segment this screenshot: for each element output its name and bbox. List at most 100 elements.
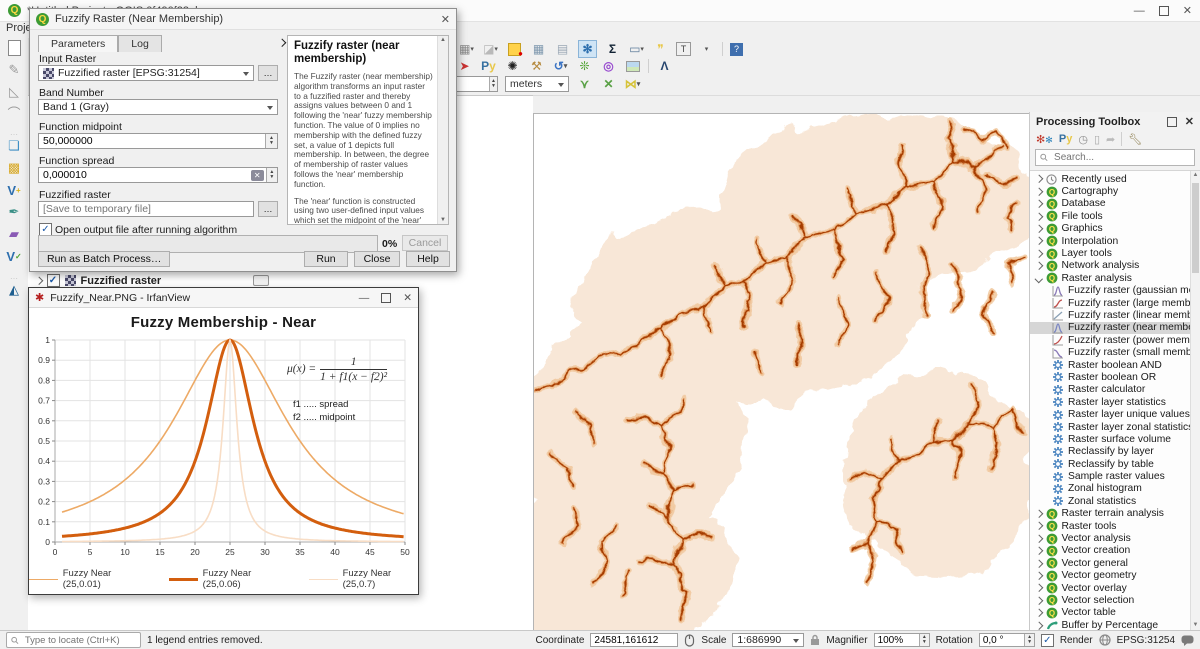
toolbox-item-layer-tools[interactable]: QLayer tools	[1030, 247, 1200, 259]
new-spatialite-layer-icon[interactable]: ✒	[3, 202, 25, 222]
expand-icon[interactable]	[1035, 225, 1043, 233]
toolbox-item-recently-used[interactable]: Recently used	[1030, 173, 1200, 185]
scale-combo[interactable]: 1:686990	[732, 633, 804, 647]
help-button[interactable]: Help	[406, 251, 450, 267]
maximize-button[interactable]	[381, 293, 391, 303]
toolbox-item-raster-calculator[interactable]: Raster calculator	[1030, 384, 1200, 396]
toolbox-item-database[interactable]: QDatabase	[1030, 198, 1200, 210]
build-tools-icon[interactable]: ⚒	[528, 58, 545, 74]
lock-icon[interactable]	[810, 634, 820, 646]
band-combo[interactable]: Band 1 (Gray)	[38, 99, 278, 115]
toolbox-item-graphics[interactable]: QGraphics	[1030, 223, 1200, 235]
layer-expand-icon[interactable]	[35, 277, 43, 285]
expand-icon[interactable]	[1035, 597, 1043, 605]
toolbox-item-reclassify-by-layer[interactable]: Reclassify by layer	[1030, 446, 1200, 458]
output-browse-button[interactable]: …	[258, 201, 278, 217]
midpoint-spinner[interactable]: ▲▼	[38, 133, 278, 149]
toolbox-item-cartography[interactable]: QCartography	[1030, 185, 1200, 197]
attribute-table-icon[interactable]: ▦	[530, 41, 547, 57]
clear-value-icon[interactable]: ✕	[251, 170, 264, 181]
select-features-icon[interactable]: ▦▾	[458, 41, 475, 57]
options-wrench-icon[interactable]: 🔧︎	[1128, 133, 1142, 146]
toolbox-item-raster-layer-statistics[interactable]: Raster layer statistics	[1030, 396, 1200, 408]
field-calculator-icon[interactable]: ▤	[554, 41, 571, 57]
new-vector-layer-icon[interactable]: V+	[3, 180, 25, 200]
georeferencer-icon[interactable]	[624, 58, 641, 74]
toolbox-item-vector-general[interactable]: QVector general	[1030, 557, 1200, 569]
models-icon[interactable]: ✻✻	[1036, 133, 1053, 146]
toolbox-search-input[interactable]	[1052, 151, 1190, 164]
cancel-button[interactable]: Cancel	[402, 235, 448, 251]
close-button[interactable]: Close	[354, 251, 400, 267]
expand-icon[interactable]	[1035, 250, 1043, 258]
toolbox-item-raster-layer-zonal-statistics[interactable]: Raster layer zonal statistics	[1030, 421, 1200, 433]
render-checkbox[interactable]: ✓	[1041, 634, 1054, 647]
dialog-close-button[interactable]: ✕	[441, 13, 450, 26]
expand-icon[interactable]	[1035, 572, 1043, 580]
dialog-titlebar[interactable]: Q Fuzzify Raster (Near Membership) ✕	[30, 9, 456, 30]
expand-icon[interactable]	[1035, 175, 1043, 183]
expand-icon[interactable]	[1035, 522, 1043, 530]
toolbox-item-vector-geometry[interactable]: QVector geometry	[1030, 570, 1200, 582]
python-console-icon[interactable]: Py	[480, 58, 497, 74]
close-button[interactable]: ✕	[1183, 4, 1192, 17]
edit-pencil-icon[interactable]: ✎	[3, 60, 25, 80]
mouse-extents-icon[interactable]	[684, 634, 695, 647]
history-icon[interactable]: ◷	[1078, 133, 1088, 146]
toolbox-float-button[interactable]	[1167, 117, 1177, 127]
magnifier-spinner[interactable]: ▲▼	[874, 633, 930, 647]
layer-legend-widget-icon[interactable]	[253, 275, 269, 286]
deselect-icon[interactable]: ◪▾	[482, 41, 499, 57]
batch-process-button[interactable]: Run as Batch Process…	[38, 251, 170, 267]
toolbox-item-raster-boolean-and[interactable]: Raster boolean AND	[1030, 359, 1200, 371]
expand-icon[interactable]	[1035, 237, 1043, 245]
toolbox-item-vector-selection[interactable]: QVector selection	[1030, 594, 1200, 606]
menu-project[interactable]: Proje	[6, 22, 32, 34]
toolbox-item-fuzzify-raster-small-membership[interactable]: Fuzzify raster (small membership)	[1030, 346, 1200, 358]
statistics-icon[interactable]: Σ	[604, 41, 621, 57]
rotation-spinner[interactable]: ▲▼	[979, 633, 1035, 647]
osm-plugin-icon[interactable]: ◎	[600, 58, 617, 74]
tab-parameters[interactable]: Parameters	[38, 35, 118, 52]
help-contents-icon[interactable]: ?	[730, 43, 743, 56]
tab-log[interactable]: Log	[118, 35, 162, 52]
toolbox-item-zonal-histogram[interactable]: Zonal histogram	[1030, 483, 1200, 495]
input-raster-combo[interactable]: Fuzzified raster [EPSG:31254]	[38, 65, 254, 81]
units-combo[interactable]: meters	[505, 76, 569, 92]
expand-icon[interactable]	[1035, 200, 1043, 208]
processing-toolbox-icon[interactable]: ✻	[578, 40, 597, 58]
ruler-icon[interactable]: ◺	[3, 82, 25, 102]
plugin-bug-icon[interactable]: ✺	[504, 58, 521, 74]
new-mesh-layer-icon[interactable]: ▰	[3, 224, 25, 244]
layer-visibility-checkbox[interactable]: ✓	[47, 274, 60, 287]
toolbox-item-raster-terrain-analysis[interactable]: QRaster terrain analysis	[1030, 508, 1200, 520]
edits-icon[interactable]: ●	[506, 41, 523, 57]
expand-icon[interactable]	[1035, 547, 1043, 555]
messages-icon[interactable]	[1181, 635, 1194, 646]
topology-y-icon[interactable]: ⋎	[576, 76, 593, 92]
toolbox-item-vector-table[interactable]: QVector table	[1030, 607, 1200, 619]
close-button[interactable]: ✕	[403, 292, 412, 304]
toolbox-item-zonal-statistics[interactable]: Zonal statistics	[1030, 495, 1200, 507]
new-geopackage-layer-icon[interactable]: ❏	[3, 136, 25, 156]
new-project-icon[interactable]	[3, 38, 25, 58]
measure-icon[interactable]: ▭▾	[628, 41, 645, 57]
toolbox-item-raster-boolean-or[interactable]: Raster boolean OR	[1030, 371, 1200, 383]
spread-spinner[interactable]: ✕ ▲▼	[38, 167, 278, 183]
text-annotation-icon[interactable]: T	[676, 42, 691, 56]
results-viewer-icon[interactable]: ▯	[1094, 133, 1100, 146]
toolbox-item-vector-overlay[interactable]: QVector overlay	[1030, 582, 1200, 594]
toolbox-item-fuzzify-raster-power-membership[interactable]: Fuzzify raster (power membership)	[1030, 334, 1200, 346]
input-raster-browse-button[interactable]: …	[258, 65, 278, 81]
expand-icon[interactable]	[1035, 188, 1043, 196]
locate-box[interactable]	[6, 632, 141, 648]
curve-node-icon[interactable]: ⌒	[3, 102, 25, 122]
toolbox-item-sample-raster-values[interactable]: Sample raster values	[1030, 470, 1200, 482]
new-shapefile-layer-icon[interactable]: ▩	[3, 158, 25, 178]
data-source-manager-icon[interactable]: ◭	[3, 280, 25, 300]
expand-icon[interactable]	[1035, 274, 1043, 282]
toolbox-item-fuzzify-raster-gaussian-membership[interactable]: Fuzzify raster (gaussian membership)	[1030, 285, 1200, 297]
toolbox-item-buffer-by-percentage[interactable]: Buffer by Percentage	[1030, 619, 1200, 630]
tolerance-spinner[interactable]: ▲▼	[456, 76, 498, 92]
expand-icon[interactable]	[1035, 510, 1043, 518]
